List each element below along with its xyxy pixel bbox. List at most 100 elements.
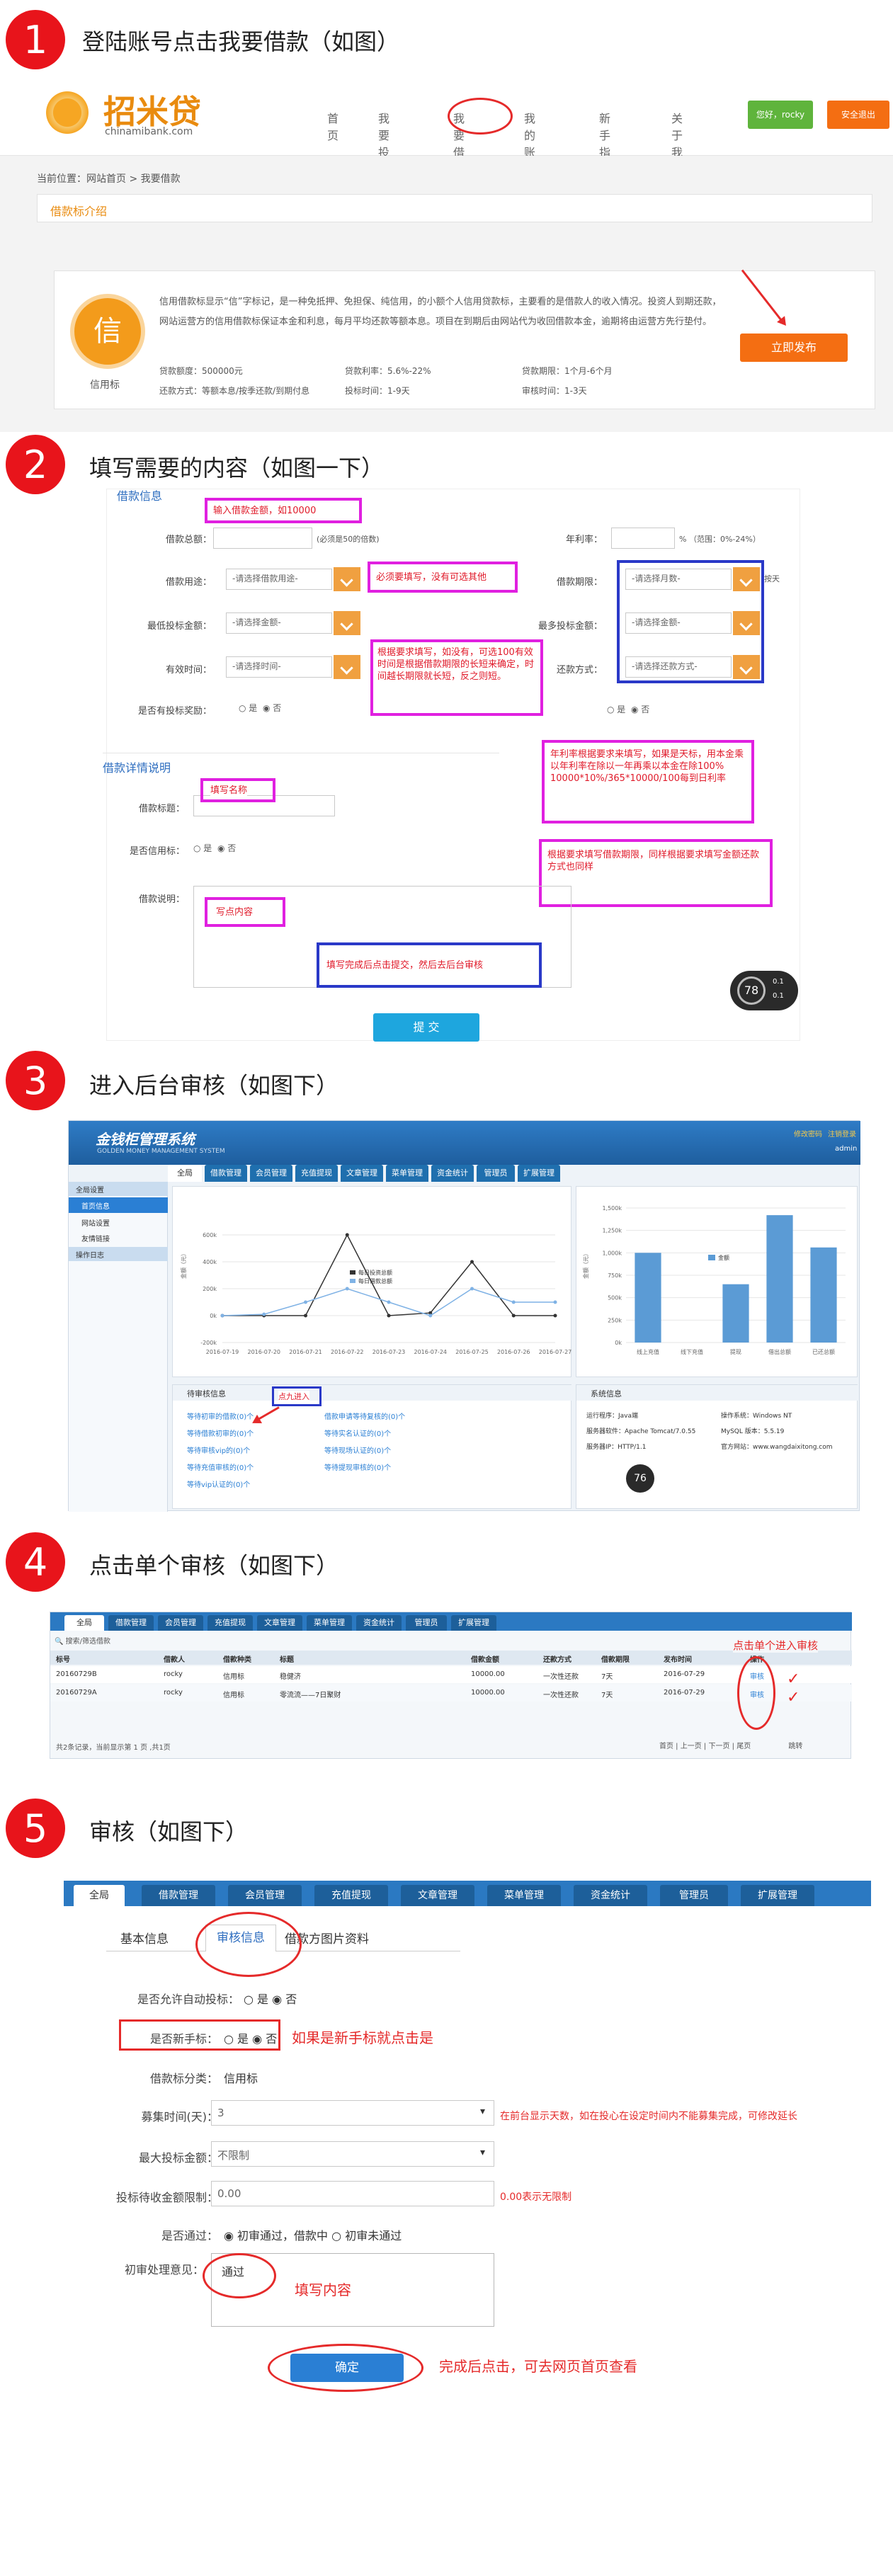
sys-item-5: 官方网站：www.wangdaixitong.com: [721, 1444, 833, 1451]
site-logo[interactable]: 招米贷 chinamibank.com: [38, 84, 237, 140]
list-tab-admins[interactable]: 管理员: [406, 1615, 447, 1631]
min-select[interactable]: -请选择金额-: [226, 612, 332, 634]
side-item-log[interactable]: 操作日志: [69, 1247, 168, 1261]
logout-link[interactable]: 注销登录: [828, 1128, 856, 1139]
review-tab-article[interactable]: 文章管理: [401, 1885, 474, 1906]
review-tab-member[interactable]: 会员管理: [228, 1885, 302, 1906]
show-yes[interactable]: 是: [203, 843, 212, 853]
confirm-note: 完成后点击，可去网页首页查看: [439, 2358, 637, 2375]
use-note: 必须要填写，没有可选其他: [376, 571, 487, 583]
th-kind: 借款种类: [223, 1656, 251, 1664]
review-tab-global[interactable]: 全局: [74, 1885, 125, 1906]
pending-item-4[interactable]: 等待审核vip的(0)个: [187, 1444, 250, 1455]
side-item-site[interactable]: 网站设置: [69, 1214, 123, 1231]
auto-no[interactable]: 否: [285, 1993, 297, 2006]
admin-tab-global[interactable]: 全局: [168, 1165, 202, 1182]
side-item-home[interactable]: 首页信息: [69, 1197, 168, 1213]
max-bid-chevron-icon[interactable]: ▾: [480, 2147, 485, 2158]
review-tab-admins[interactable]: 管理员: [660, 1885, 728, 1906]
raise-chevron-icon[interactable]: ▾: [480, 2106, 485, 2117]
auto-yes[interactable]: 是: [257, 1993, 268, 2006]
pending-item-7[interactable]: 等待提现审核的(0)个: [324, 1461, 391, 1472]
pending-item-3[interactable]: 等待实名认证的(0)个: [324, 1427, 391, 1438]
pass-yes[interactable]: 初审通过，借款中: [237, 2229, 328, 2242]
nav-home[interactable]: 首页: [327, 109, 339, 143]
show-no[interactable]: 否: [227, 843, 236, 853]
right-yes[interactable]: 是: [617, 705, 625, 714]
x-tick-label: 线上充值: [637, 1348, 659, 1355]
admin-tab-member[interactable]: 会员管理: [250, 1165, 292, 1182]
pager-next[interactable]: 下一页: [708, 1743, 729, 1750]
publish-button[interactable]: 立即发布: [740, 334, 848, 362]
pass-no[interactable]: 初审未通过: [345, 2229, 402, 2242]
admin-tab-admins[interactable]: 管理员: [477, 1165, 515, 1182]
pager-jump[interactable]: 跳转: [788, 1743, 802, 1750]
data-point: [262, 1312, 266, 1316]
pending-item-5[interactable]: 等待现场认证的(0)个: [324, 1444, 391, 1455]
reward-yes[interactable]: 是: [249, 703, 257, 713]
limit-input[interactable]: 0.00: [211, 2181, 494, 2206]
right-no[interactable]: 否: [641, 705, 649, 714]
pager-prev[interactable]: 上一页: [681, 1743, 702, 1750]
list-tab-menu[interactable]: 菜单管理: [307, 1615, 352, 1631]
list-tab-member[interactable]: 会员管理: [158, 1615, 203, 1631]
admin-tab-funds[interactable]: 资金统计: [431, 1165, 474, 1182]
raise-select[interactable]: 3: [211, 2100, 494, 2126]
rate-input[interactable]: [611, 528, 675, 549]
pass-options[interactable]: ◉ 初审通过，借款中 ○ 初审未通过: [224, 2226, 402, 2243]
side-item-links[interactable]: 友情链接: [69, 1230, 123, 1246]
reward-options[interactable]: ○ 是 ◉ 否: [239, 702, 281, 714]
list-tab-article[interactable]: 文章管理: [257, 1615, 302, 1631]
submit-button[interactable]: 提 交: [373, 1013, 479, 1042]
pending-item-0[interactable]: 等待初审的借款(0)个: [187, 1410, 254, 1421]
review-tab-recharge[interactable]: 充值提现: [314, 1885, 388, 1906]
logout-button[interactable]: 安全退出: [827, 101, 889, 129]
explain-label: 借款说明：: [138, 894, 185, 905]
review-tab-extend[interactable]: 扩展管理: [741, 1885, 814, 1906]
reward-no[interactable]: 否: [273, 703, 281, 713]
use-select[interactable]: -请选择借款用途-: [226, 569, 332, 590]
sys-item-2: 服务器软件：Apache Tomcat/7.0.55: [586, 1428, 696, 1435]
show-options[interactable]: ○ 是 ◉ 否: [193, 842, 236, 854]
list-tab-loan[interactable]: 借款管理: [108, 1615, 154, 1631]
list-tab-funds[interactable]: 资金统计: [356, 1615, 402, 1631]
valid-note: 根据要求填写，如没有，可选100有效时间是根据借款期限的长短来确定，时间越长期限…: [377, 646, 537, 683]
change-password-link[interactable]: 修改密码: [794, 1128, 822, 1139]
admin-tab-article[interactable]: 文章管理: [341, 1165, 383, 1182]
valid-dropdown-icon[interactable]: [334, 655, 360, 679]
list-tab-recharge[interactable]: 充值提现: [207, 1615, 253, 1631]
pager-first[interactable]: 首页: [659, 1743, 673, 1750]
use-dropdown-icon[interactable]: [334, 567, 360, 591]
valid-select[interactable]: -请选择时间-: [226, 656, 332, 678]
step-3-title: 进入后台审核（如图下）: [89, 1072, 339, 1099]
list-tab-extend[interactable]: 扩展管理: [451, 1615, 496, 1631]
sys-title: 系统信息: [576, 1385, 858, 1401]
pending-item-1[interactable]: 借款申请等待复核的(0)个: [324, 1410, 405, 1421]
pager-last[interactable]: 尾页: [736, 1743, 751, 1750]
user-button[interactable]: 您好，rocky: [748, 101, 813, 129]
pending-item-2[interactable]: 等待借款初审的(0)个: [187, 1427, 254, 1438]
info-rate: 贷款利率：5.6%-22%: [345, 366, 431, 376]
admin-tab-menu[interactable]: 菜单管理: [386, 1165, 428, 1182]
sys-item-4: 服务器IP：HTTP/1.1: [586, 1444, 647, 1451]
amount-input[interactable]: [213, 528, 312, 549]
legend-label: 每日投资总额: [358, 1269, 392, 1276]
min-dropdown-icon[interactable]: [334, 611, 360, 635]
pending-item-8[interactable]: 等待vip认证的(0)个: [187, 1478, 250, 1489]
opinion-label: 初审处理意见：: [124, 2263, 204, 2276]
subtab-basic[interactable]: 基本信息: [120, 1929, 169, 1947]
admin-tab-extend[interactable]: 扩展管理: [518, 1165, 560, 1182]
review-tab-funds[interactable]: 资金统计: [574, 1885, 647, 1906]
right-radio-options[interactable]: ○ 是 ◉ 否: [607, 703, 649, 715]
max-bid-select[interactable]: 不限制: [211, 2141, 494, 2167]
review-tab-loan[interactable]: 借款管理: [142, 1885, 215, 1906]
list-tab-global[interactable]: 全局: [64, 1615, 104, 1631]
admin-tab-loan[interactable]: 借款管理: [205, 1165, 247, 1182]
cell-title: 稳健济: [280, 1673, 301, 1681]
pending-item-6[interactable]: 等待充值审核的(0)个: [187, 1461, 254, 1472]
admin-tab-recharge[interactable]: 充值提现: [295, 1165, 338, 1182]
list-search[interactable]: 🔍 搜索/筛选借款: [55, 1635, 110, 1646]
auto-options[interactable]: ○ 是 ◉ 否: [244, 1990, 297, 2007]
list-tabbar: 全局 借款管理 会员管理 充值提现 文章管理 菜单管理 资金统计 管理员 扩展管…: [50, 1612, 852, 1631]
review-tab-menu[interactable]: 菜单管理: [487, 1885, 561, 1906]
